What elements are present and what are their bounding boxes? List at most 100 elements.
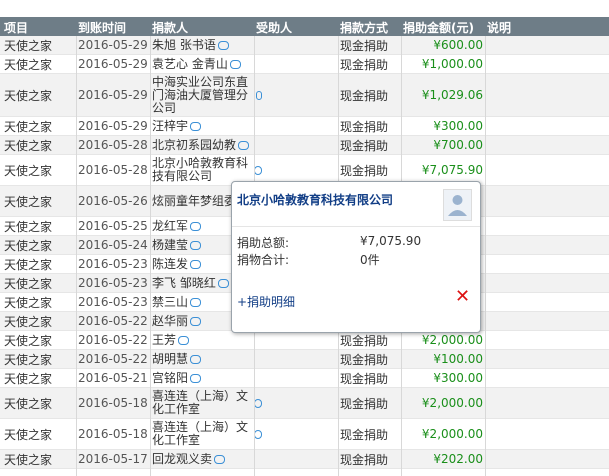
comment-bubble-icon[interactable]	[190, 121, 202, 131]
donor-cell-text[interactable]: 回龙观义卖	[152, 452, 212, 466]
comment-bubble-icon[interactable]	[190, 373, 202, 383]
date-cell: 2016-05-28	[78, 155, 148, 185]
date-cell-text: 2016-05-23	[78, 276, 148, 290]
donor-cell-text[interactable]: 龙红军	[152, 219, 188, 233]
comment-bubble-icon[interactable]	[190, 221, 202, 231]
donor-cell-text[interactable]: 李飞 邹晓红	[152, 276, 216, 290]
comment-bubble-icon[interactable]	[178, 335, 190, 345]
comment-bubble-icon[interactable]	[190, 259, 202, 269]
comment-bubble-icon[interactable]	[238, 140, 250, 150]
comment-bubble-icon[interactable]	[217, 40, 229, 50]
date-cell: 2016-05-25	[78, 217, 148, 235]
comment-bubble-icon[interactable]	[253, 429, 262, 439]
project-cell: 天使之家	[4, 369, 74, 387]
amount-cell-text: ¥100.00	[433, 352, 483, 366]
method-cell-text: 现金捐助	[340, 452, 389, 467]
comment-bubble-icon[interactable]	[217, 278, 229, 288]
donor-cell[interactable]: 汪梓宇	[152, 117, 262, 135]
close-icon[interactable]: ✕	[455, 286, 470, 307]
project-cell: 天使之家	[4, 36, 74, 54]
table-row: 天使之家 2016-05-18 喜连连（上海）文化工作室 现金捐助 ¥2,000.00	[0, 419, 609, 450]
amount-cell: ¥2,000.00	[403, 419, 483, 449]
donor-cell[interactable]: 喜连连（上海）文化工作室	[152, 419, 262, 449]
date-cell: 2016-05-28	[78, 136, 148, 154]
comment-bubble-icon[interactable]	[190, 240, 202, 250]
header-date: 到账时间	[78, 21, 127, 35]
project-cell-text: 天使之家	[4, 238, 53, 253]
donor-cell-text[interactable]: 宫铭阳	[152, 371, 188, 385]
donor-cell[interactable]: 中海实业公司东直门海油大厦管理分公司	[152, 74, 262, 116]
date-cell-text: 2016-05-29	[78, 57, 148, 71]
donor-cell-text[interactable]: 喜连连（上海）文化工作室	[152, 390, 252, 416]
comment-bubble-icon[interactable]	[254, 165, 262, 175]
donor-cell-text[interactable]: 胡明慧	[152, 352, 188, 366]
donor-cell[interactable]: 回龙观义卖	[152, 450, 262, 468]
amount-cell: ¥2,000.00	[403, 331, 483, 349]
column-divider	[76, 36, 77, 476]
project-cell-text: 天使之家	[4, 295, 53, 310]
amount-cell-text: ¥600.00	[433, 38, 483, 52]
amount-cell-text: ¥300.00	[433, 119, 483, 133]
donor-cell-text[interactable]: 北京初系园幼教	[152, 138, 236, 152]
donor-cell-text[interactable]: 中海实业公司东直门海油大厦管理分公司	[152, 75, 254, 115]
donor-cell[interactable]: 喜连连（上海）文化工作室	[152, 388, 262, 418]
method-cell: 现金捐助	[340, 350, 402, 368]
donor-cell-text[interactable]: 炫丽童年梦组委	[152, 194, 236, 208]
table-row: 天使之家 2016-05-29 袁艺心 金青山 现金捐助 ¥1,000.00	[0, 55, 609, 74]
donor-cell-text[interactable]: 北京小哈敦教育科技有限公司	[152, 157, 252, 183]
amount-cell-text: ¥2,000.00	[421, 333, 483, 347]
project-cell: 天使之家	[4, 274, 74, 292]
donor-cell[interactable]: 北京初系园幼教	[152, 136, 262, 154]
table-row: 天使之家 2016-05-18 喜连连（上海）文化工作室 现金捐助 ¥2,000.00	[0, 388, 609, 419]
donor-cell-text[interactable]: 陈连发	[152, 257, 188, 271]
donor-cell-text[interactable]: 杨建莹	[152, 238, 188, 252]
table-header: 项目 到账时间 捐款人 受助人 捐款方式 捐助金额(元) 说明	[0, 17, 609, 36]
date-cell: 2016-05-18	[78, 388, 148, 418]
comment-bubble-icon[interactable]	[214, 454, 226, 464]
method-cell: 现金捐助	[340, 55, 402, 73]
date-cell-text: 2016-05-25	[78, 219, 148, 233]
donor-cell-text[interactable]: 袁艺心 金青山	[152, 57, 228, 71]
project-cell: 天使之家	[4, 74, 74, 116]
date-cell-text: 2016-05-18	[78, 427, 148, 441]
table-row: 天使之家 2016-05-29 朱旭 张书语 现金捐助 ¥600.00	[0, 36, 609, 55]
donor-cell-text[interactable]: 赵华丽	[152, 314, 188, 328]
comment-bubble-icon[interactable]	[190, 316, 202, 326]
date-cell-text: 2016-05-29	[78, 119, 148, 133]
comment-bubble-icon[interactable]	[229, 59, 241, 69]
donor-cell-text[interactable]: 禁三山	[152, 295, 188, 309]
project-cell: 天使之家	[4, 217, 74, 235]
comment-bubble-icon[interactable]	[190, 354, 202, 364]
donor-cell-text[interactable]: 喜连连（上海）文化工作室	[152, 421, 252, 447]
donation-detail-link[interactable]: +捐助明细	[237, 293, 295, 310]
method-cell: 现金捐助	[340, 450, 402, 468]
date-cell-text: 2016-05-28	[78, 163, 148, 177]
donor-cell[interactable]: 朱旭 张书语	[152, 36, 262, 54]
comment-bubble-icon[interactable]	[253, 398, 262, 408]
date-cell: 2016-05-22	[78, 312, 148, 330]
project-cell-text: 天使之家	[4, 57, 53, 72]
donor-cell-text[interactable]: 汪梓宇	[152, 119, 188, 133]
project-cell: 天使之家	[4, 255, 74, 273]
date-cell: 2016-05-24	[78, 236, 148, 254]
donor-cell[interactable]: 王芳	[152, 331, 262, 349]
donor-cell-text[interactable]: 朱旭 张书语	[152, 38, 216, 52]
project-cell: 天使之家	[4, 450, 74, 468]
date-cell: 2016-05-29	[78, 55, 148, 73]
donor-cell[interactable]: 宫铭阳	[152, 369, 262, 387]
amount-cell: ¥600.00	[403, 36, 483, 54]
popup-title: 北京小哈敦教育科技有限公司	[237, 193, 394, 207]
project-cell-text: 天使之家	[4, 119, 53, 134]
total-value: ¥7,075.90	[360, 234, 422, 248]
comment-bubble-icon[interactable]	[255, 90, 262, 100]
donor-cell[interactable]: 胡明慧	[152, 350, 262, 368]
table-row: 天使之家 2016-05-22 王芳 现金捐助 ¥2,000.00	[0, 331, 609, 350]
table-row: 天使之家 2016-05-21 宫铭阳 现金捐助 ¥300.00	[0, 369, 609, 388]
project-cell-text: 天使之家	[4, 352, 53, 367]
amount-cell: ¥100.00	[403, 350, 483, 368]
amount-cell: ¥1,000.00	[403, 55, 483, 73]
comment-bubble-icon[interactable]	[190, 297, 202, 307]
donor-cell-text[interactable]: 王芳	[152, 333, 176, 347]
date-cell-text: 2016-05-22	[78, 333, 148, 347]
donor-cell[interactable]: 袁艺心 金青山	[152, 55, 262, 73]
